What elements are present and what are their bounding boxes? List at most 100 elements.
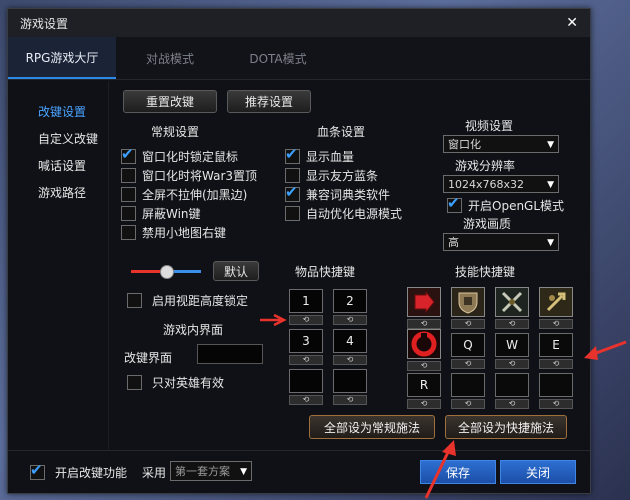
change-key-ui-field[interactable] — [197, 344, 263, 364]
close-icon[interactable]: ✕ — [566, 15, 578, 31]
patrol-icon[interactable] — [539, 287, 573, 317]
annotation-arrow-quick — [424, 440, 456, 499]
undo-icon[interactable]: ⟲ — [333, 315, 367, 325]
checkbox[interactable] — [285, 183, 300, 202]
chevron-down-icon: ▼ — [240, 467, 247, 477]
annotation-arrow-item — [260, 313, 287, 327]
skill-slot-attack[interactable]: ⟲ — [495, 287, 529, 329]
resolution-select[interactable]: 1024x768x32 ▼ — [443, 175, 559, 193]
slider-handle[interactable] — [160, 265, 174, 279]
item-slot-5[interactable]: ⟲ — [289, 369, 323, 405]
game-settings-dialog: 游戏设置 ✕ RPG游戏大厅 对战模式 DOTA模式 改键设置 自定义改键 喊话… — [7, 8, 591, 494]
checkbox[interactable] — [285, 145, 300, 164]
option-block-win-key[interactable]: 屏蔽Win键 — [121, 204, 201, 222]
undo-icon[interactable]: ⟲ — [289, 355, 323, 365]
undo-icon[interactable]: ⟲ — [539, 359, 573, 369]
quality-select[interactable]: 高 ▼ — [443, 233, 559, 251]
mode-tabs: RPG游戏大厅 对战模式 DOTA模式 — [8, 37, 590, 80]
height-slider[interactable] — [131, 265, 201, 279]
undo-icon[interactable]: ⟲ — [495, 399, 529, 409]
set-all-quick-cast-button[interactable]: 全部设为快捷施法 — [445, 415, 567, 439]
undo-icon[interactable]: ⟲ — [289, 395, 323, 405]
tab-dota-mode[interactable]: DOTA模式 — [224, 37, 332, 79]
option-hero-only[interactable]: 只对英雄有效 — [127, 373, 224, 391]
option-dictionary-compat[interactable]: 兼容词典类软件 — [285, 183, 390, 203]
skill-slot-patrol[interactable]: ⟲ — [539, 287, 573, 329]
checkbox[interactable] — [121, 167, 136, 183]
checkbox[interactable] — [285, 167, 300, 183]
skill-slot-empty-3[interactable]: ⟲ — [539, 373, 573, 409]
item-slot-3[interactable]: 3 ⟲ — [289, 329, 323, 365]
undo-icon[interactable]: ⟲ — [289, 315, 323, 325]
option-power-mode[interactable]: 自动优化电源模式 — [285, 204, 402, 222]
option-opengl[interactable]: 开启OpenGL模式 — [447, 194, 564, 214]
defend-icon[interactable] — [451, 287, 485, 317]
option-enable-key-change[interactable]: 开启改键功能 — [30, 461, 127, 481]
skill-slot-stop[interactable]: ⟲ — [407, 329, 441, 371]
item-slot-2[interactable]: 2 ⟲ — [333, 289, 367, 325]
undo-icon[interactable]: ⟲ — [333, 355, 367, 365]
checkbox[interactable] — [285, 205, 300, 221]
option-lock-view-height[interactable]: 启用视距高度锁定 — [127, 291, 248, 309]
tab-battle-mode[interactable]: 对战模式 — [116, 37, 224, 79]
undo-icon[interactable]: ⟲ — [333, 395, 367, 405]
checkbox[interactable] — [127, 374, 142, 390]
undo-icon[interactable]: ⟲ — [407, 399, 441, 409]
skill-slot-empty-2[interactable]: ⟲ — [495, 373, 529, 409]
reset-keys-button[interactable]: 重置改键 — [123, 90, 217, 113]
sidebar-item-game-path[interactable]: 游戏路径 — [8, 180, 108, 207]
scheme-select[interactable]: 第一套方案 ▼ — [170, 461, 252, 481]
checkbox[interactable] — [121, 205, 136, 221]
recommend-settings-button[interactable]: 推荐设置 — [227, 90, 311, 113]
change-key-ui-label: 改键界面 — [124, 351, 173, 365]
stop-icon[interactable] — [407, 329, 441, 359]
option-show-ally-mana[interactable]: 显示友方蓝条 — [285, 166, 378, 184]
option-war3-topmost[interactable]: 窗口化时将War3置顶 — [121, 166, 257, 184]
checkbox[interactable] — [121, 186, 136, 202]
checkbox[interactable] — [121, 224, 136, 240]
option-lock-mouse[interactable]: 窗口化时锁定鼠标 — [121, 145, 238, 165]
undo-icon[interactable]: ⟲ — [495, 319, 529, 329]
window-mode-select[interactable]: 窗口化 ▼ — [443, 135, 559, 153]
checkbox[interactable] — [127, 292, 142, 308]
sidebar-item-custom-keys[interactable]: 自定义改键 — [8, 126, 108, 153]
undo-icon[interactable]: ⟲ — [451, 319, 485, 329]
item-slot-6[interactable]: ⟲ — [333, 369, 367, 405]
sidebar-item-key-settings[interactable]: 改键设置 — [8, 99, 108, 126]
option-no-stretch[interactable]: 全屏不拉伸(加黑边) — [121, 185, 247, 203]
skill-slot-r[interactable]: R ⟲ — [407, 373, 441, 409]
undo-icon[interactable]: ⟲ — [451, 359, 485, 369]
skill-slot-defend[interactable]: ⟲ — [451, 287, 485, 329]
video-settings-title: 视频设置 — [465, 119, 514, 133]
undo-icon[interactable]: ⟲ — [451, 399, 485, 409]
set-all-normal-cast-button[interactable]: 全部设为常规施法 — [309, 415, 435, 439]
undo-icon[interactable]: ⟲ — [495, 359, 529, 369]
checkbox[interactable] — [121, 145, 136, 164]
checkbox[interactable] — [30, 461, 45, 480]
undo-icon[interactable]: ⟲ — [407, 361, 441, 371]
attack-icon[interactable] — [495, 287, 529, 317]
quality-title: 游戏画质 — [463, 217, 512, 231]
sidebar-item-chat-settings[interactable]: 喊话设置 — [8, 153, 108, 180]
item-slot-1[interactable]: 1 ⟲ — [289, 289, 323, 325]
skill-slot-move[interactable]: ⟲ — [407, 287, 441, 329]
skill-slot-empty-1[interactable]: ⟲ — [451, 373, 485, 409]
chevron-down-icon: ▼ — [547, 238, 554, 248]
resolution-title: 游戏分辨率 — [455, 159, 516, 173]
undo-icon[interactable]: ⟲ — [539, 319, 573, 329]
skill-slot-e[interactable]: E ⟲ — [539, 333, 573, 369]
option-show-hp[interactable]: 显示血量 — [285, 145, 354, 165]
skill-slot-w[interactable]: W ⟲ — [495, 333, 529, 369]
move-icon[interactable] — [407, 287, 441, 317]
tab-rpg-lobby[interactable]: RPG游戏大厅 — [8, 37, 116, 79]
checkbox[interactable] — [447, 194, 462, 213]
undo-icon[interactable]: ⟲ — [407, 319, 441, 329]
option-disable-minimap-rclick[interactable]: 禁用小地图右键 — [121, 223, 226, 241]
undo-icon[interactable]: ⟲ — [539, 399, 573, 409]
close-button[interactable]: 关闭 — [500, 460, 576, 484]
item-slot-4[interactable]: 4 ⟲ — [333, 329, 367, 365]
skill-slot-q[interactable]: Q ⟲ — [451, 333, 485, 369]
title-bar: 游戏设置 ✕ — [8, 9, 590, 37]
slider-default-button[interactable]: 默认 — [213, 261, 259, 281]
use-scheme-label: 采用 — [142, 466, 167, 480]
